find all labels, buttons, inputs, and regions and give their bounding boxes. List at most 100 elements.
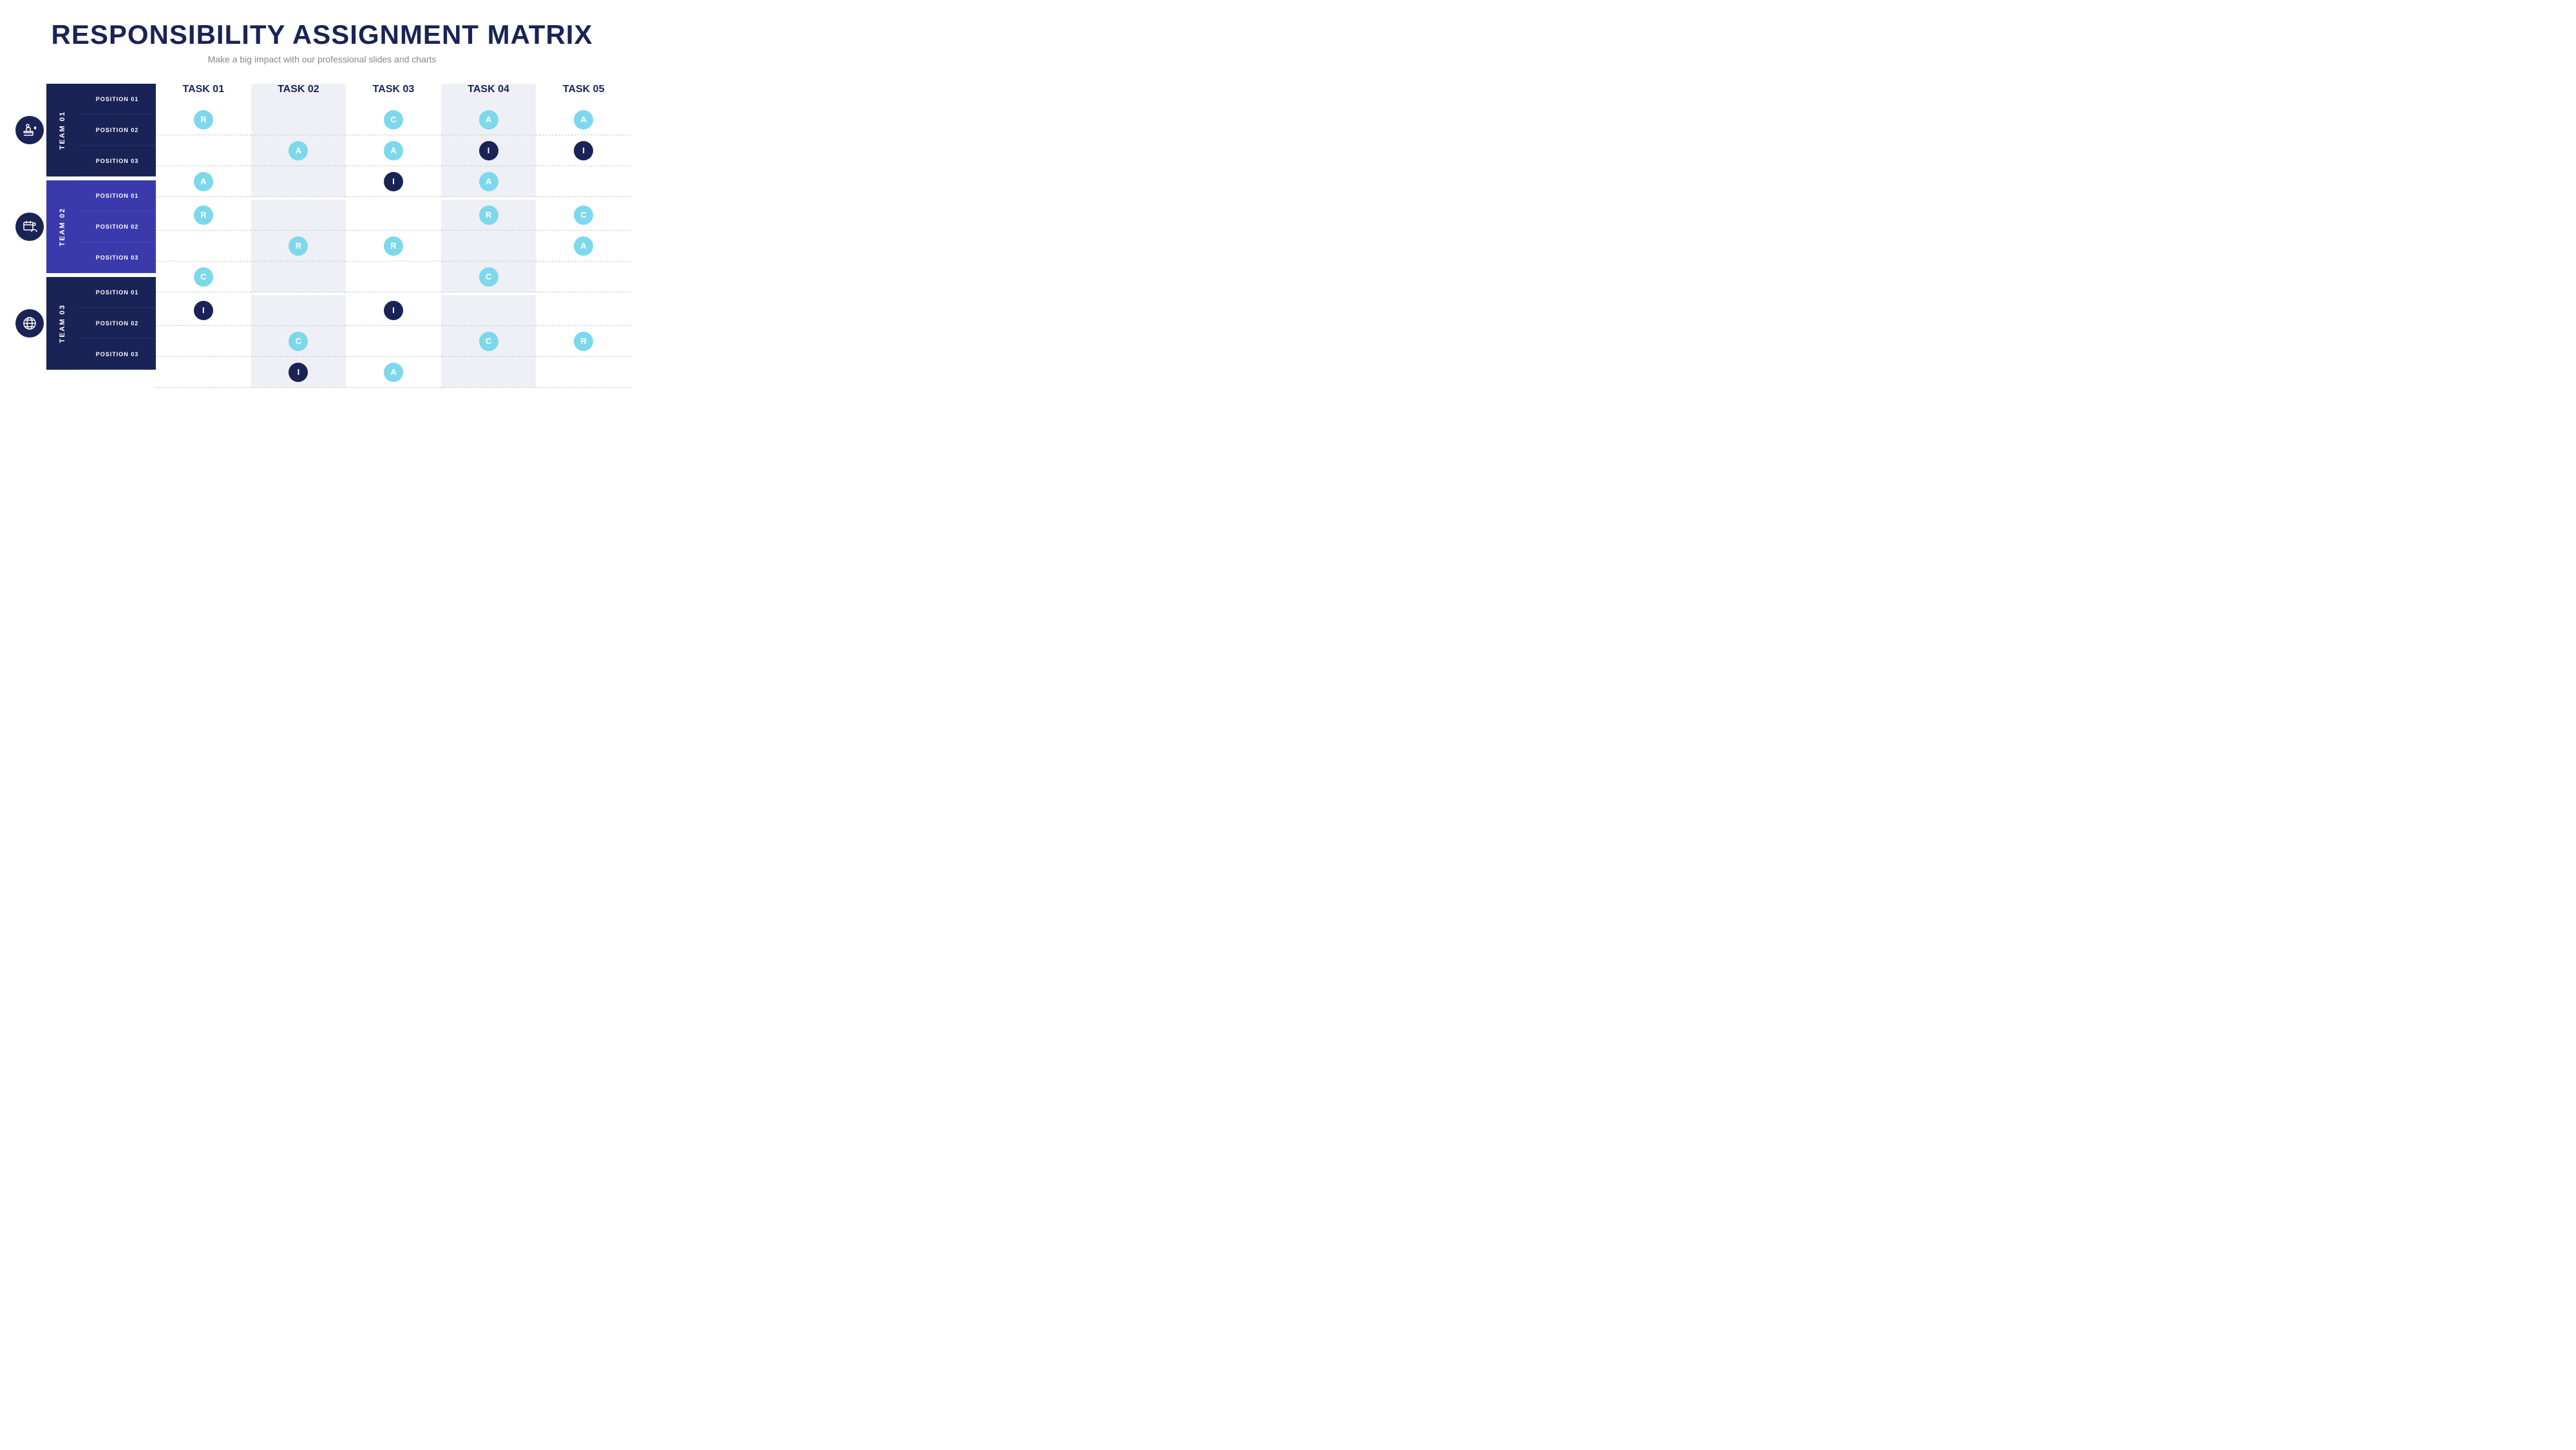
badge-t3-r1-c3: I (384, 301, 403, 320)
badge-t1-r2-c4: I (479, 141, 498, 160)
team-block-2: TEAM 02 POSITION 01POSITION 02POSITION 03 (13, 180, 156, 273)
grid-cell-t3-r2-c3 (346, 326, 441, 357)
grid-cell-t1-r3-c3: I (346, 166, 441, 197)
grid-row-t1-r1: RCAA (156, 104, 631, 135)
grid-cell-t3-r1-c5 (536, 295, 631, 326)
badge-t1-r1-c5: A (574, 110, 593, 129)
grid-cell-t1-r1-c4: A (441, 104, 536, 135)
grid-cell-t2-r2-c5: A (536, 231, 631, 262)
team-label-text-1: TEAM 01 (59, 111, 66, 149)
team-label-text-3: TEAM 03 (59, 304, 66, 343)
grid-row-t3-r1: II (156, 295, 631, 326)
team-block-1: TEAM 01 POSITION 01POSITION 02POSITION 03 (13, 84, 156, 176)
grid-row-t2-r1: RRC (156, 200, 631, 231)
positions-col-1: POSITION 01POSITION 02POSITION 03 (79, 84, 156, 176)
grid-cell-t3-r1-c2 (251, 295, 346, 326)
grid-row-t3-r2: CCR (156, 326, 631, 357)
grid-cell-t2-r3-c1: C (156, 262, 251, 292)
team-avatar-3 (13, 277, 46, 370)
position-cell-t2-p1: POSITION 01 (79, 180, 156, 211)
badge-t1-r1-c3: C (384, 110, 403, 129)
badge-t1-r1-c1: R (194, 110, 213, 129)
grid-cell-t3-r1-c3: I (346, 295, 441, 326)
positions-col-2: POSITION 01POSITION 02POSITION 03 (79, 180, 156, 273)
left-panel: TEAM 01POSITION 01POSITION 02POSITION 03… (13, 84, 156, 370)
grid-cell-t3-r2-c1 (156, 326, 251, 357)
badge-t2-r1-c5: C (574, 205, 593, 225)
avatar-icon-1 (15, 116, 44, 144)
position-cell-t2-p2: POSITION 02 (79, 211, 156, 242)
badge-t2-r3-c1: C (194, 267, 213, 287)
badge-t1-r3-c3: I (384, 172, 403, 191)
grid-row-t2-r3: CC (156, 262, 631, 292)
team-label-col-2: TEAM 02 (46, 180, 79, 273)
position-cell-t1-p2: POSITION 02 (79, 115, 156, 146)
grid-cell-t3-r1-c4 (441, 295, 536, 326)
position-cell-t1-p3: POSITION 03 (79, 146, 156, 176)
task-headers-row: TASK 01TASK 02TASK 03TASK 04TASK 05 (156, 84, 631, 104)
grid-cell-t2-r1-c5: C (536, 200, 631, 231)
grid-cell-t1-r3-c2 (251, 166, 346, 197)
position-cell-t3-p1: POSITION 01 (79, 277, 156, 308)
grid-row-t2-r2: RR A (156, 231, 631, 262)
grid-row-t1-r3: AIA (156, 166, 631, 197)
grid-cell-t1-r3-c1: A (156, 166, 251, 197)
team-label-text-2: TEAM 02 (59, 207, 66, 246)
page-title: RESPONSIBILITY ASSIGNMENT MATRIX (52, 19, 593, 50)
grid-cell-t3-r2-c4: C (441, 326, 536, 357)
grid-body: RCAAAAIIAIARRCRRACCIICCRIA (156, 104, 631, 388)
grid-cell-t1-r1-c5: A (536, 104, 631, 135)
grid-cell-t3-r3-c2: I (251, 357, 346, 388)
grid-cell-t2-r2-c1 (156, 231, 251, 262)
grid-cell-t2-r3-c2 (251, 262, 346, 292)
badge-t3-r3-c2: I (289, 363, 308, 382)
badge-t2-r2-c5: A (574, 236, 593, 256)
task-header-1: TASK 01 (156, 84, 251, 104)
position-cell-t2-p3: POSITION 03 (79, 242, 156, 273)
grid-cell-t2-r3-c4: C (441, 262, 536, 292)
grid-cell-t1-r2-c2: A (251, 135, 346, 166)
team-block-3: TEAM 03 POSITION 01POSITION 02POSITION 03 (13, 277, 156, 370)
grid-cell-t1-r3-c4: A (441, 166, 536, 197)
badge-t3-r2-c4: C (479, 332, 498, 351)
grid-cell-t3-r3-c5 (536, 357, 631, 388)
badge-t2-r1-c1: R (194, 205, 213, 225)
task-header-2: TASK 02 (251, 84, 346, 104)
position-cell-t3-p2: POSITION 02 (79, 308, 156, 339)
matrix-container: TEAM 01POSITION 01POSITION 02POSITION 03… (13, 84, 631, 388)
grid-cell-t2-r1-c4: R (441, 200, 536, 231)
badge-t1-r2-c2: A (289, 141, 308, 160)
grid-cell-t1-r2-c1 (156, 135, 251, 166)
grid-cell-t1-r3-c5 (536, 166, 631, 197)
team-avatar-2 (13, 180, 46, 273)
grid-cell-t2-r3-c5 (536, 262, 631, 292)
badge-t1-r3-c4: A (479, 172, 498, 191)
grid-cell-t1-r1-c2 (251, 104, 346, 135)
grid-cell-t2-r2-c2: R (251, 231, 346, 262)
badge-t3-r2-c2: C (289, 332, 308, 351)
task-header-3: TASK 03 (346, 84, 441, 104)
grid-cell-t2-r3-c3 (346, 262, 441, 292)
grid-row-t1-r2: AAII (156, 135, 631, 166)
grid-cell-t1-r2-c3: A (346, 135, 441, 166)
badge-t1-r3-c1: A (194, 172, 213, 191)
grid-cell-t3-r2-c5: R (536, 326, 631, 357)
positions-col-3: POSITION 01POSITION 02POSITION 03 (79, 277, 156, 370)
avatar-icon-2 (15, 213, 44, 241)
grid-cell-t2-r2-c3: R (346, 231, 441, 262)
grid-cell-t2-r1-c2 (251, 200, 346, 231)
position-cell-t3-p3: POSITION 03 (79, 339, 156, 370)
grid-cell-t1-r2-c4: I (441, 135, 536, 166)
task-header-4: TASK 04 (441, 84, 536, 104)
page-subtitle: Make a big impact with our professional … (208, 54, 437, 64)
badge-t2-r3-c4: C (479, 267, 498, 287)
avatar-icon-3 (15, 309, 44, 338)
grid-cell-t2-r2-c4 (441, 231, 536, 262)
badge-t3-r3-c3: A (384, 363, 403, 382)
badge-t3-r2-c5: R (574, 332, 593, 351)
grid-cell-t1-r1-c1: R (156, 104, 251, 135)
grid-row-t3-r3: IA (156, 357, 631, 388)
badge-t1-r2-c5: I (574, 141, 593, 160)
grid-cell-t2-r1-c3 (346, 200, 441, 231)
grid-cell-t3-r2-c2: C (251, 326, 346, 357)
